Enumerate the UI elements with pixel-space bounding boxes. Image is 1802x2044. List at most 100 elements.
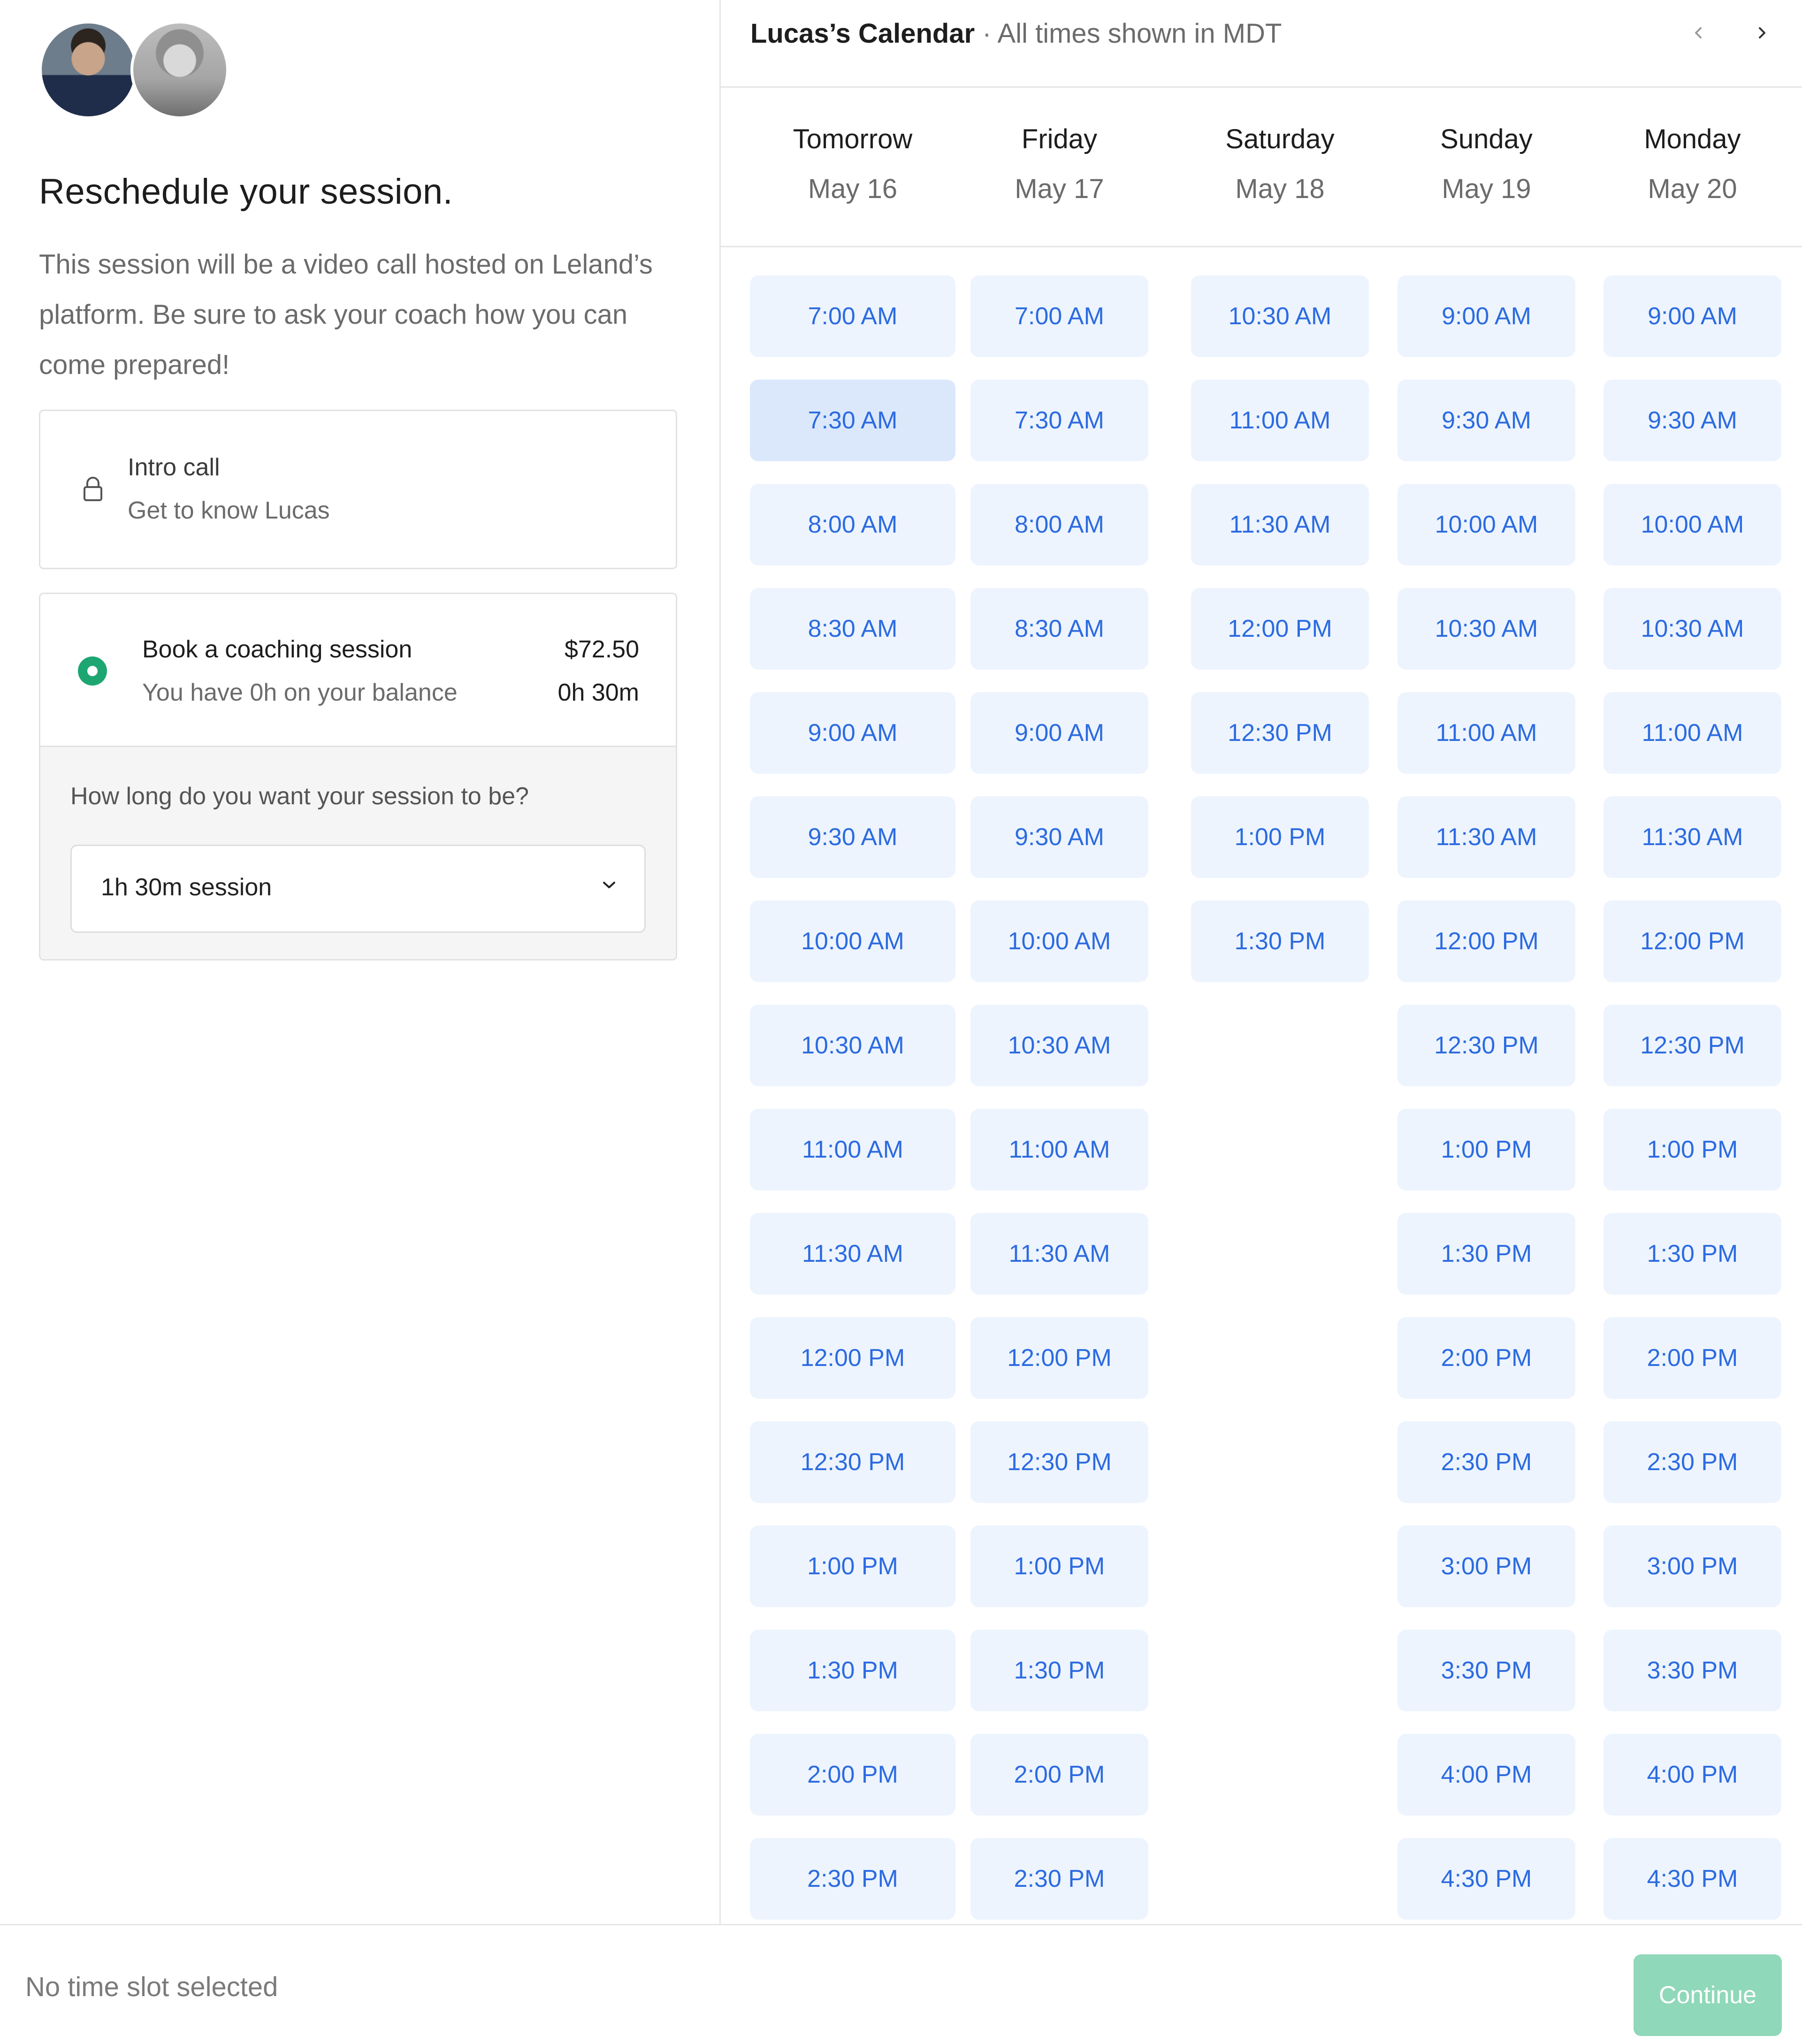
coaching-session-radio[interactable]	[78, 656, 107, 686]
time-slot-button[interactable]: 8:30 AM	[970, 588, 1148, 670]
time-slot-grid: 7:00 AM 7:30 AM 8:00 AM 8:30 AM 9:00 AM 9:30 …	[721, 247, 1802, 1924]
time-slot-button[interactable]: 2:30 PM	[1397, 1421, 1575, 1503]
time-slot-button[interactable]: 9:00 AM	[970, 692, 1148, 774]
chevron-right-icon	[1759, 27, 1765, 38]
time-slot-button[interactable]: 10:00 AM	[750, 900, 955, 982]
session-sidebar: Reschedule your session. This session wi…	[0, 0, 721, 1924]
time-slot-button[interactable]: 1:00 PM	[970, 1525, 1148, 1607]
time-slot-button[interactable]: 4:30 PM	[1603, 1838, 1781, 1920]
time-slot-button[interactable]: 2:30 PM	[970, 1838, 1148, 1920]
time-slot-button[interactable]: 8:30 AM	[750, 588, 955, 670]
time-slot-button[interactable]: 9:00 AM	[750, 692, 955, 774]
time-slot-button[interactable]: 11:00 AM	[1191, 380, 1369, 461]
previous-week-button[interactable]	[1685, 19, 1713, 47]
day-date: May 18	[1235, 174, 1325, 204]
next-week-button[interactable]	[1748, 19, 1776, 47]
time-slot-button[interactable]: 11:30 AM	[1191, 484, 1369, 565]
time-slot-button[interactable]: 9:00 AM	[1603, 275, 1781, 357]
intro-call-subtitle: Get to know Lucas	[128, 497, 330, 524]
time-slot-button[interactable]: 12:00 PM	[970, 1317, 1148, 1399]
time-slot-button[interactable]: 10:30 AM	[750, 1005, 955, 1086]
time-slot-button[interactable]: 9:30 AM	[750, 796, 955, 878]
time-slot-button[interactable]: 4:30 PM	[1397, 1838, 1575, 1920]
time-slot-button[interactable]: 9:00 AM	[1397, 275, 1575, 357]
intro-call-card[interactable]: Intro call Get to know Lucas	[39, 410, 677, 569]
time-slot-button[interactable]: 2:00 PM	[1397, 1317, 1575, 1399]
time-slot-button[interactable]: 10:30 AM	[970, 1005, 1148, 1086]
session-length-section: How long do you want your session to be?…	[40, 746, 676, 959]
time-slot-button[interactable]: 3:30 PM	[1603, 1630, 1781, 1711]
time-slot-button[interactable]: 2:00 PM	[970, 1734, 1148, 1815]
time-slot-button[interactable]: 1:00 PM	[1397, 1109, 1575, 1190]
time-slot-button[interactable]: 12:00 PM	[1191, 588, 1369, 670]
time-slot-button[interactable]: 10:30 AM	[1397, 588, 1575, 670]
avatar-user	[130, 21, 229, 119]
time-slot-button[interactable]: 4:00 PM	[1397, 1734, 1575, 1815]
time-slot-button[interactable]: 12:00 PM	[1603, 900, 1781, 982]
time-slot-button[interactable]: 11:00 AM	[1603, 692, 1781, 774]
time-slot-button[interactable]: 4:00 PM	[1603, 1734, 1781, 1815]
day-header: Tomorrow May 16	[750, 123, 955, 206]
session-price: $72.50	[564, 636, 639, 663]
time-slot-button[interactable]: 11:30 AM	[750, 1213, 955, 1295]
lock-icon	[84, 477, 102, 501]
time-slot-button[interactable]: 2:00 PM	[1603, 1317, 1781, 1399]
time-slot-button[interactable]: 11:00 AM	[750, 1109, 955, 1190]
time-slot-button[interactable]: 1:30 PM	[1397, 1213, 1575, 1295]
time-slot-button[interactable]: 10:30 AM	[1603, 588, 1781, 670]
time-slot-button[interactable]: 10:30 AM	[1191, 275, 1369, 357]
time-slot-button[interactable]: 9:30 AM	[970, 796, 1148, 878]
coaching-session-title: Book a coaching session	[142, 636, 412, 663]
time-slot-button[interactable]: 1:30 PM	[750, 1630, 955, 1711]
time-slot-button[interactable]: 12:00 PM	[750, 1317, 955, 1399]
time-slot-button[interactable]: 1:00 PM	[1603, 1109, 1781, 1190]
time-slot-button[interactable]: 11:30 AM	[1603, 796, 1781, 878]
day-header: Monday May 20	[1603, 123, 1781, 206]
time-slot-button[interactable]: 12:30 PM	[750, 1421, 955, 1503]
time-slot-button[interactable]: 9:30 AM	[1603, 380, 1781, 461]
timezone-note: All times shown in MDT	[997, 18, 1282, 49]
time-slot-button[interactable]: 1:00 PM	[750, 1525, 955, 1607]
time-slot-button[interactable]: 3:00 PM	[1397, 1525, 1575, 1607]
time-slot-button[interactable]: 12:30 PM	[1397, 1005, 1575, 1086]
time-slot-button[interactable]: 1:00 PM	[1191, 796, 1369, 878]
continue-button[interactable]: Continue	[1634, 1954, 1782, 2036]
time-slot-button[interactable]: 3:00 PM	[1603, 1525, 1781, 1607]
time-slot-button[interactable]: 12:30 PM	[970, 1421, 1148, 1503]
time-slot-button[interactable]: 2:00 PM	[750, 1734, 955, 1815]
time-slot-button[interactable]: 11:30 AM	[970, 1213, 1148, 1295]
time-slot-button[interactable]: 11:00 AM	[1397, 692, 1575, 774]
time-slot-button[interactable]: 7:00 AM	[970, 275, 1148, 357]
time-slot-button[interactable]: 3:30 PM	[1397, 1630, 1575, 1711]
day-name: Tomorrow	[793, 124, 913, 154]
coaching-session-card[interactable]: Book a coaching session You have 0h on y…	[39, 593, 677, 961]
time-slot-button[interactable]: 7:30 AM	[750, 380, 955, 461]
title-separator: ·	[975, 18, 998, 49]
day-name: Sunday	[1440, 124, 1533, 154]
session-length-value: 1h 30m session	[101, 874, 272, 901]
day-date: May 17	[1015, 174, 1104, 204]
time-slot-button[interactable]: 11:30 AM	[1397, 796, 1575, 878]
time-slot-button[interactable]: 10:00 AM	[1397, 484, 1575, 565]
time-slot-button[interactable]: 1:30 PM	[970, 1630, 1148, 1711]
time-slot-button[interactable]: 2:30 PM	[1603, 1421, 1781, 1503]
time-slot-button[interactable]: 10:00 AM	[1603, 484, 1781, 565]
time-slot-button[interactable]: 10:00 AM	[970, 900, 1148, 982]
day-header: Friday May 17	[970, 123, 1148, 206]
time-slot-button[interactable]: 1:30 PM	[1191, 900, 1369, 982]
balance-text: You have 0h on your balance	[142, 679, 458, 706]
time-slot-button[interactable]: 7:00 AM	[750, 275, 955, 357]
time-slot-button[interactable]: 7:30 AM	[970, 380, 1148, 461]
time-slot-button[interactable]: 8:00 AM	[750, 484, 955, 565]
time-slot-button[interactable]: 2:30 PM	[750, 1838, 955, 1920]
time-slot-button[interactable]: 8:00 AM	[970, 484, 1148, 565]
time-slot-button[interactable]: 1:30 PM	[1603, 1213, 1781, 1295]
time-slot-button[interactable]: 9:30 AM	[1397, 380, 1575, 461]
time-slot-button[interactable]: 11:00 AM	[970, 1109, 1148, 1190]
time-slot-button[interactable]: 12:00 PM	[1397, 900, 1575, 982]
session-length-select[interactable]: 1h 30m session	[70, 845, 646, 933]
time-slot-button[interactable]: 12:30 PM	[1603, 1005, 1781, 1086]
session-length-label: How long do you want your session to be?	[70, 783, 529, 810]
time-slot-button[interactable]: 12:30 PM	[1191, 692, 1369, 774]
calendar-title-line: Lucas’s Calendar · All times shown in MD…	[750, 18, 1282, 49]
